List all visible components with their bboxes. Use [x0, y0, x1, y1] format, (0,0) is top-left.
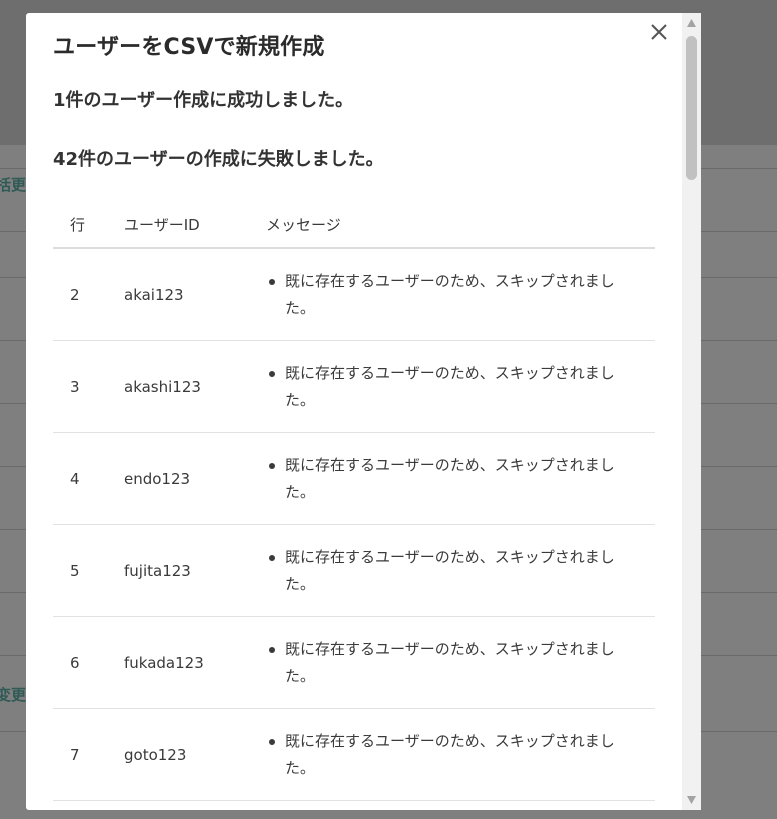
row-number: 2	[70, 285, 80, 304]
failure-message: 42件のユーザーの作成に失敗しました。	[53, 149, 384, 170]
row-message: 既に存在するユーザーのため、スキップされました。	[266, 728, 636, 782]
success-message: 1件のユーザー作成に成功しました。	[53, 90, 354, 111]
row-user-id: goto123	[124, 745, 187, 764]
row-number: 3	[70, 377, 80, 396]
table-header: 行 ユーザーID メッセージ	[53, 201, 655, 249]
row-number: 6	[70, 653, 80, 672]
scroll-up-arrow-icon[interactable]	[686, 18, 697, 28]
header-message: メッセージ	[266, 215, 341, 234]
close-button[interactable]	[646, 19, 672, 45]
row-number: 7	[70, 745, 80, 764]
row-message: 既に存在するユーザーのため、スキップされました。	[266, 544, 636, 598]
scroll-down-arrow-icon[interactable]	[686, 795, 697, 805]
row-user-id: fukada123	[124, 653, 204, 672]
row-user-id: akai123	[124, 285, 184, 304]
bg-bulk-link: 一括更	[0, 176, 26, 194]
modal-scrollbar[interactable]	[682, 13, 701, 810]
row-user-id: endo123	[124, 469, 191, 488]
row-number: 5	[70, 561, 80, 580]
row-user-id: fujita123	[124, 561, 191, 580]
scroll-thumb[interactable]	[686, 36, 697, 180]
table-row: 6 fukada123 既に存在するユーザーのため、スキップされました。	[53, 617, 655, 709]
modal-title: ユーザーをCSVで新規作成	[53, 35, 325, 60]
table-row: 2 akai123 既に存在するユーザーのため、スキップされました。	[53, 249, 655, 341]
bg-change-link: を変更	[0, 686, 26, 704]
header-row: 行	[70, 215, 86, 234]
table-row: 7 goto123 既に存在するユーザーのため、スキップされました。	[53, 709, 655, 801]
table-row: 4 endo123 既に存在するユーザーのため、スキップされました。	[53, 433, 655, 525]
close-icon	[651, 24, 667, 40]
row-message: 既に存在するユーザーのため、スキップされました。	[266, 452, 636, 506]
failure-table: 行 ユーザーID メッセージ 2 akai123 既に存在するユーザーのため、ス…	[53, 201, 655, 801]
row-message: 既に存在するユーザーのため、スキップされました。	[266, 268, 636, 322]
table-row: 5 fujita123 既に存在するユーザーのため、スキップされました。	[53, 525, 655, 617]
row-message: 既に存在するユーザーのため、スキップされました。	[266, 636, 636, 690]
row-user-id: akashi123	[124, 377, 201, 396]
csv-create-users-modal: ユーザーをCSVで新規作成 1件のユーザー作成に成功しました。 42件のユーザー…	[26, 13, 701, 810]
table-row: 3 akashi123 既に存在するユーザーのため、スキップされました。	[53, 341, 655, 433]
row-number: 4	[70, 469, 80, 488]
header-user-id: ユーザーID	[124, 215, 200, 234]
row-message: 既に存在するユーザーのため、スキップされました。	[266, 360, 636, 414]
